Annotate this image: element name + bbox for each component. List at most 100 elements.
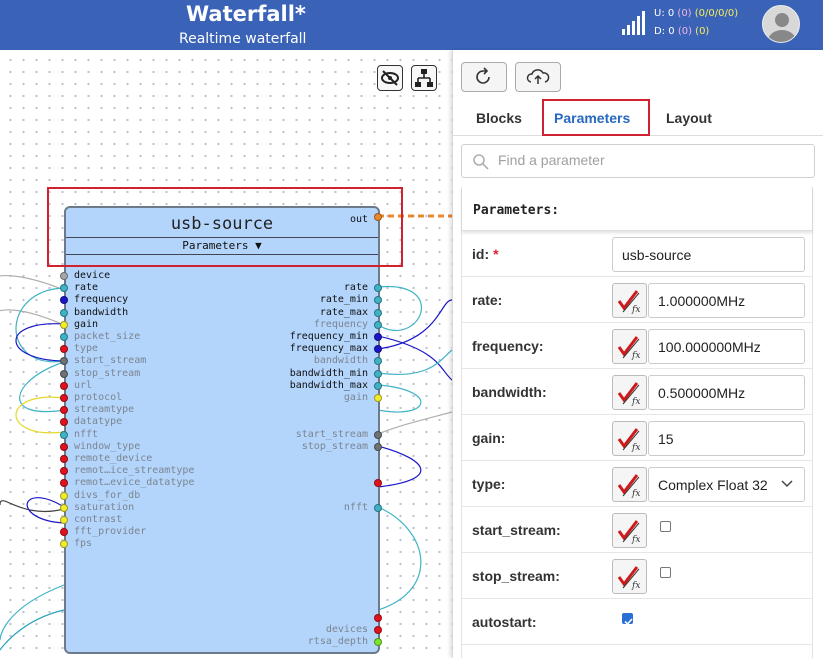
input-port-label: rate [74,282,99,294]
expression-toggle-button[interactable]: fx [612,513,647,548]
input-port-label: gain [74,318,99,330]
param-row: gain: fx 15 [462,415,812,461]
check-icon [624,618,633,626]
highlight-box [47,187,403,267]
param-row: stop_stream: fx [462,553,812,599]
param-input[interactable]: 100.000000MHz [648,329,805,364]
param-value: Complex Float 32 [658,477,768,493]
output-port[interactable] [374,638,382,646]
output-port[interactable] [374,320,382,329]
input-port[interactable] [60,320,68,329]
output-port[interactable] [374,333,382,341]
output-port[interactable] [374,308,382,317]
param-input[interactable]: usb-source [612,237,805,272]
tab-highlight-box [542,99,650,136]
svg-text:fx: fx [631,489,640,499]
output-port[interactable] [374,430,382,439]
output-port[interactable] [374,394,382,402]
input-port[interactable] [60,503,68,512]
svg-text:fx: fx [631,351,640,361]
output-port-label: gain [343,392,368,403]
output-port[interactable] [374,613,382,622]
parameters-heading: Parameters: [473,203,560,218]
input-port[interactable] [60,442,68,451]
input-port[interactable] [60,455,68,463]
input-port[interactable] [60,394,68,402]
output-port-label: start_stream [295,428,368,440]
expression-toggle-button[interactable]: fx [612,467,647,502]
output-port-label: frequency [313,318,368,330]
input-port[interactable] [60,430,68,439]
upload-detail: (0/0/0/0) [694,8,739,19]
download-stats: D: 0 (0) (0) [654,26,709,37]
expression-toggle-button[interactable]: fx [612,559,647,594]
input-port-label: contrast [74,514,123,525]
sitemap-icon [415,69,433,87]
param-checkbox[interactable] [622,613,633,626]
input-port-label: saturation [74,501,135,513]
expression-toggle-button[interactable]: fx [612,283,647,318]
output-port[interactable] [374,503,382,512]
param-label: id: * [472,246,499,262]
output-port-label: rate_min [319,294,368,306]
upload-button[interactable] [515,62,561,92]
input-port[interactable] [60,308,68,317]
svg-text:fx: fx [631,305,640,315]
svg-text:fx: fx [631,535,640,545]
input-port[interactable] [60,333,68,341]
param-checkbox[interactable] [660,521,671,532]
input-port-label: nfft [74,428,99,440]
output-port-label: bandwidth_min [289,367,368,379]
input-port-label: stop_stream [74,367,141,379]
param-label: rate: [472,292,502,308]
input-port-label: divs_for_db [74,489,141,501]
param-label: autostart: [472,614,537,630]
input-port-label: frequency [74,294,129,306]
tab-blocks[interactable]: Blocks [476,110,522,126]
param-label-text: rate: [472,292,503,308]
expression-toggle-button[interactable]: fx [612,375,647,410]
expression-toggle-button[interactable]: fx [612,421,647,456]
avatar-head-shape [775,13,789,27]
output-port[interactable] [374,381,382,390]
param-input[interactable]: 0.500000MHz [648,375,805,410]
output-port-label: rate_max [319,306,368,318]
input-port[interactable] [60,491,68,500]
input-port-label: remote_device [74,453,153,464]
download-detail: (0) [695,26,710,37]
page-title: Waterfall* [186,2,306,26]
param-value: 100.000000MHz [658,339,761,355]
hide-toggle-button[interactable] [377,65,403,91]
param-select[interactable]: Complex Float 32 [648,467,805,502]
output-port[interactable] [374,442,382,451]
param-input[interactable]: 15 [648,421,805,456]
search-input[interactable] [498,152,798,168]
input-port-label: window_type [74,440,141,452]
output-port[interactable] [374,625,382,634]
user-avatar[interactable] [762,5,800,43]
svg-text:fx: fx [631,443,640,453]
param-input[interactable]: 1.000000MHz [648,283,805,318]
param-label: frequency: [472,338,544,354]
output-port[interactable] [374,369,382,378]
expression-toggle-button[interactable]: fx [612,329,647,364]
param-row: type: fx Complex Float 32 [462,461,812,507]
function-icon: fx [617,474,640,499]
param-row: id: * usb-source [462,231,812,277]
tab-layout[interactable]: Layout [666,110,712,126]
param-checkbox[interactable] [660,567,671,578]
download-paren: (0) [677,26,692,37]
undo-button[interactable] [461,62,507,92]
input-port[interactable] [60,272,68,280]
param-label-text: gain: [472,430,506,446]
input-port[interactable] [60,369,68,378]
layout-button[interactable] [411,65,437,91]
input-port-label: datatype [74,416,123,428]
input-port[interactable] [60,381,68,390]
input-port-label: remot…ice_streamtype [74,465,195,477]
app-header: Waterfall* Realtime waterfall U: 0 (0) (… [0,0,823,50]
output-port-label: frequency_min [289,331,368,342]
parameter-search[interactable] [461,144,815,178]
output-port-label: rate [343,282,368,294]
input-port[interactable] [60,516,68,524]
